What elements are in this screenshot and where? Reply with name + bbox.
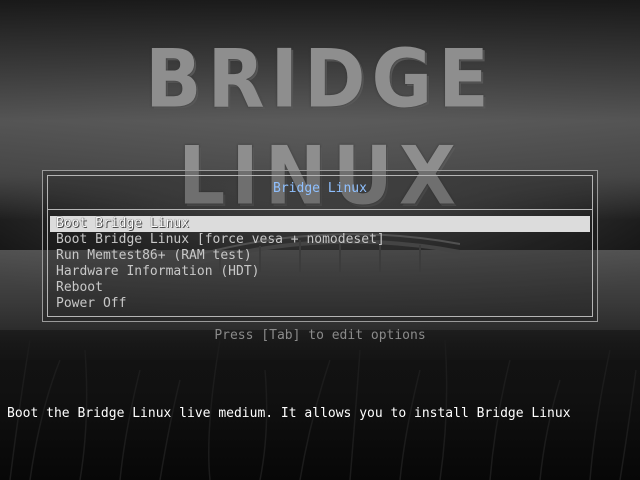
boot-menu-list: Boot Bridge Linux Boot Bridge Linux [for… [50, 216, 590, 312]
menu-item-memtest[interactable]: Run Memtest86+ (RAM test) [50, 248, 590, 264]
menu-item-poweroff[interactable]: Power Off [50, 296, 590, 312]
menu-item-boot[interactable]: Boot Bridge Linux [50, 216, 590, 232]
edit-options-hint: Press [Tab] to edit options [214, 328, 426, 343]
boot-menu: Bridge Linux Boot Bridge Linux Boot Brid… [42, 170, 598, 322]
menu-item-reboot[interactable]: Reboot [50, 280, 590, 296]
boot-menu-divider [47, 209, 593, 210]
boot-menu-title: Bridge Linux [273, 181, 367, 196]
menu-item-boot-vesa[interactable]: Boot Bridge Linux [force vesa + nomodese… [50, 232, 590, 248]
menu-item-hdt[interactable]: Hardware Information (HDT) [50, 264, 590, 280]
selected-item-help: Boot the Bridge Linux live medium. It al… [7, 406, 571, 421]
